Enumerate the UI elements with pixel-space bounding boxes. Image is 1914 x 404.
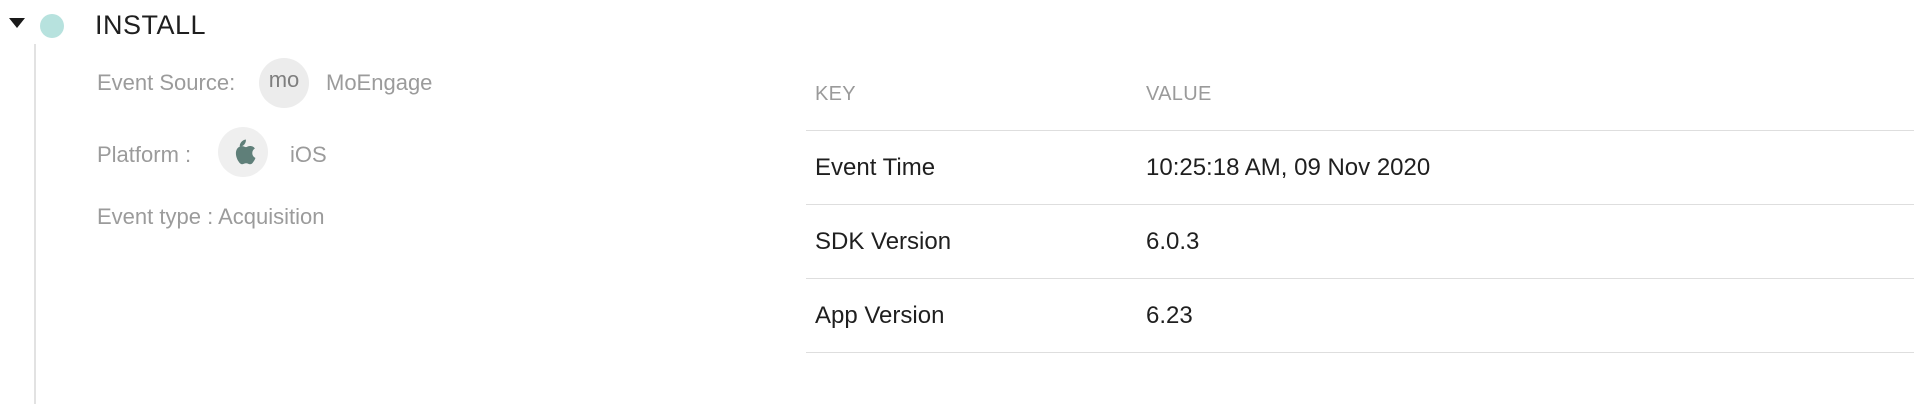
row-value: 6.0.3 — [1146, 228, 1200, 255]
table-row: App Version 6.23 — [806, 279, 1914, 353]
platform-value: iOS — [290, 142, 327, 167]
platform-label: Platform : — [97, 142, 192, 167]
event-type-text: Event type : Acquisition — [97, 204, 325, 229]
key-column-header: KEY — [815, 83, 856, 105]
event-title: INSTALL — [95, 10, 207, 40]
table-header: KEY VALUE — [806, 56, 1914, 131]
event-attributes-table: KEY VALUE Event Time 10:25:18 AM, 09 Nov… — [806, 56, 1914, 353]
event-source-label: Event Source: — [97, 70, 236, 95]
collapse-caret-icon[interactable] — [9, 18, 25, 28]
row-key: SDK Version — [815, 228, 952, 255]
row-key: Event Time — [815, 154, 936, 181]
event-detail-panel: INSTALL Event Source: mo MoEngage Platfo… — [0, 0, 1914, 404]
table-row: SDK Version 6.0.3 — [806, 205, 1914, 279]
table-row: Event Time 10:25:18 AM, 09 Nov 2020 — [806, 131, 1914, 205]
row-value: 6.23 — [1146, 302, 1193, 329]
event-status-dot — [40, 14, 64, 38]
event-source-value: MoEngage — [326, 70, 433, 95]
apple-icon — [218, 127, 268, 177]
moengage-logo-icon: mo — [259, 58, 309, 108]
row-key: App Version — [815, 302, 945, 329]
timeline-line — [34, 44, 36, 404]
row-value: 10:25:18 AM, 09 Nov 2020 — [1146, 154, 1431, 181]
value-column-header: VALUE — [1146, 83, 1212, 105]
